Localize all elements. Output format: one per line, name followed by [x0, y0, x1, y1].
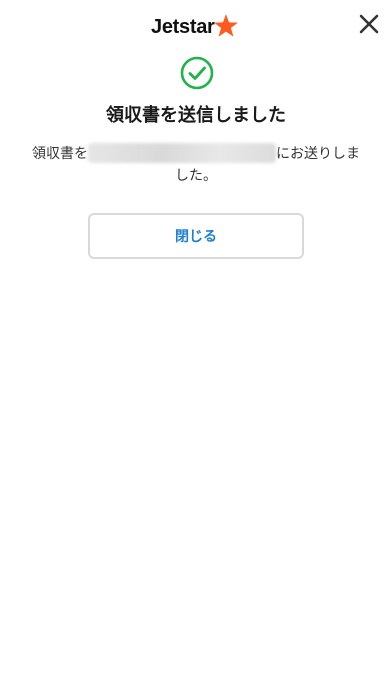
close-button[interactable]: [355, 10, 383, 38]
page-title: 領収書を送信しました: [106, 105, 286, 126]
close-icon: [359, 14, 379, 34]
logo-text: Jetstar: [151, 16, 215, 38]
star-icon: [213, 14, 238, 37]
message-prefix: 領収書を: [32, 146, 88, 162]
close-action-button[interactable]: 閉じる: [88, 213, 304, 259]
status-message: 領収書を にお送りしました。: [30, 143, 362, 187]
jetstar-logo: Jetstar: [151, 12, 240, 42]
check-circle-icon: [180, 56, 214, 90]
redacted-email: [88, 143, 276, 163]
